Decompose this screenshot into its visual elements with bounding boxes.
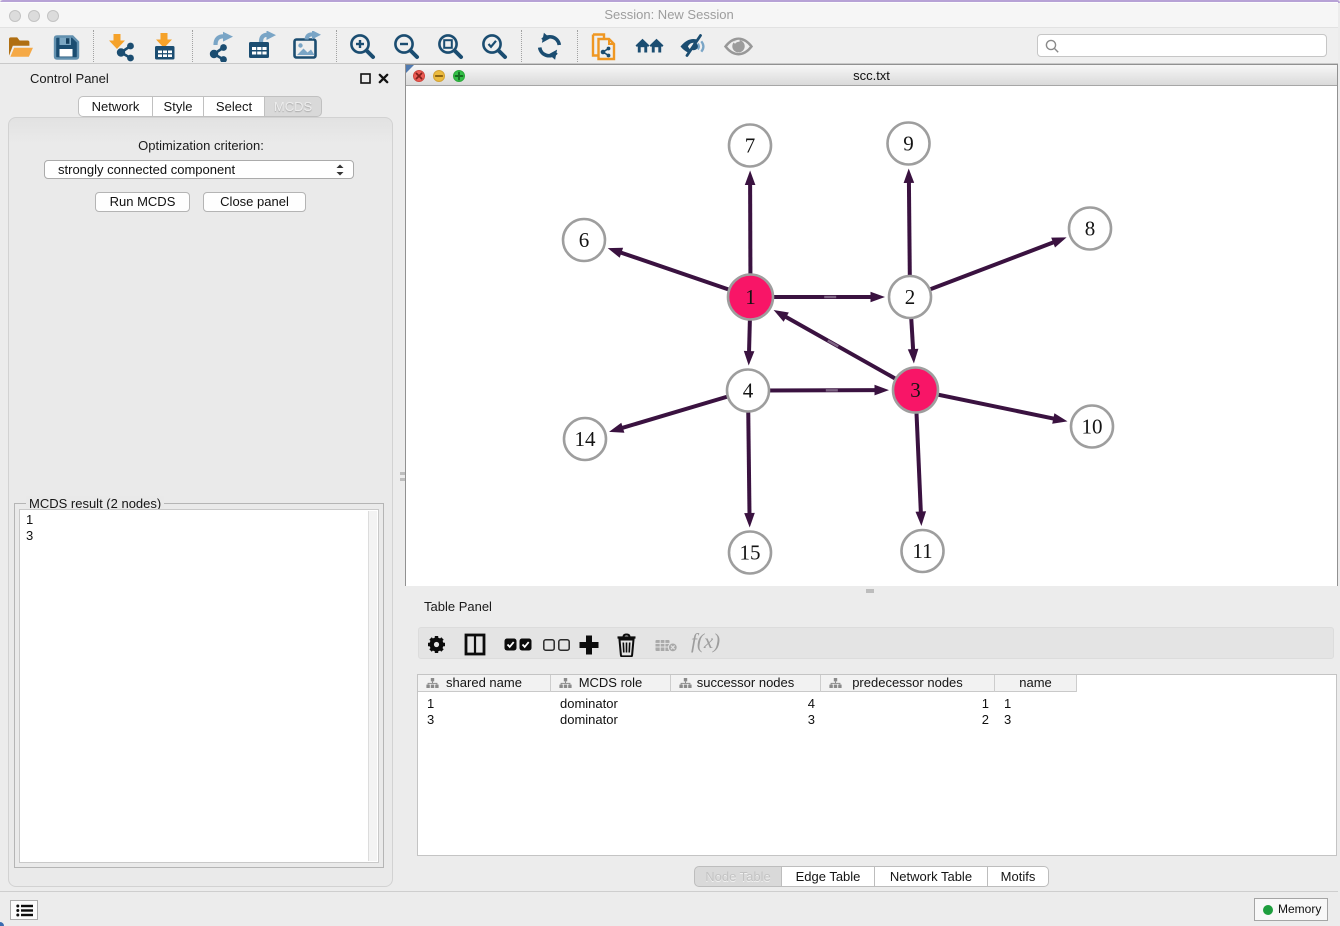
svg-text:1: 1 xyxy=(745,285,756,309)
svg-text:7: 7 xyxy=(745,134,756,158)
svg-text:8: 8 xyxy=(1085,217,1096,241)
svg-text:2: 2 xyxy=(905,285,916,309)
svg-text:4: 4 xyxy=(743,379,754,403)
svg-text:3: 3 xyxy=(910,378,921,402)
svg-text:14: 14 xyxy=(575,427,597,451)
svg-text:15: 15 xyxy=(740,541,761,565)
svg-text:9: 9 xyxy=(903,132,914,156)
svg-text:10: 10 xyxy=(1082,415,1103,439)
svg-text:11: 11 xyxy=(912,539,932,563)
svg-text:6: 6 xyxy=(579,228,590,252)
